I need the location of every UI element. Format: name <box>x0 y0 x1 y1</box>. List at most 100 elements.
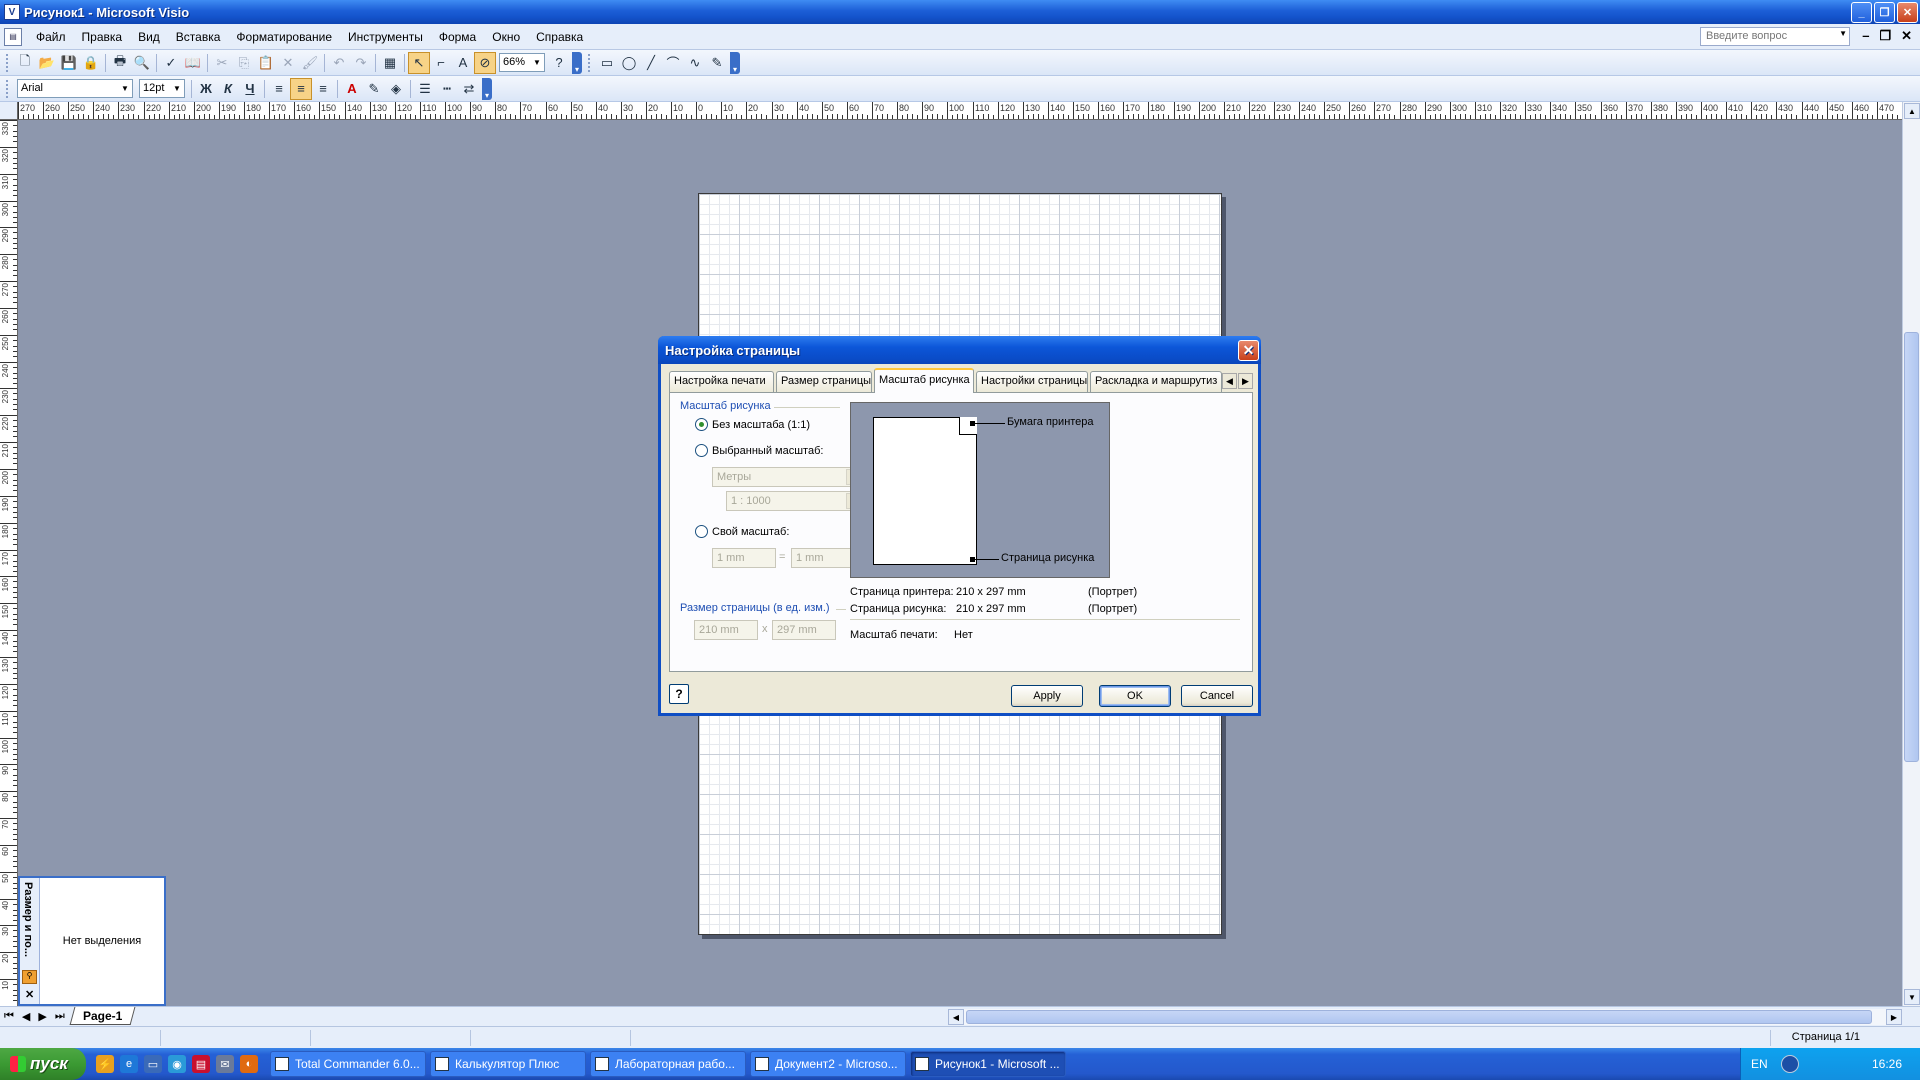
horizontal-ruler[interactable]: 270 260 250 240 230 220 210 200 190 180 170 160 150 1… <box>18 102 1902 120</box>
italic-button[interactable]: К <box>217 78 239 100</box>
line-ends-icon[interactable]: ⇄ <box>458 78 480 100</box>
preset-units-select[interactable]: Метры ▼ <box>712 467 864 487</box>
connector-tool-icon[interactable]: ⌐ <box>430 52 452 74</box>
zoom-combo[interactable]: 66% ▼ <box>499 53 545 72</box>
vertical-scrollbar[interactable]: ▲ ▼ <box>1902 102 1920 1006</box>
paste-icon[interactable]: 📋 <box>255 52 277 74</box>
pin-icon[interactable]: ⚲ <box>22 970 37 984</box>
ok-button[interactable]: OK <box>1099 685 1171 707</box>
freeform-tool-icon[interactable]: ∿ <box>684 52 706 74</box>
pagesize-width-input[interactable]: 210 mm <box>694 620 758 640</box>
doc-minimize-button[interactable]: – <box>1862 28 1869 44</box>
next-page-icon[interactable]: ▶ <box>38 1010 46 1023</box>
restore-button[interactable]: ❐ <box>1874 2 1895 23</box>
new-icon[interactable]: 🗋 <box>14 52 36 74</box>
task-visio[interactable]: Рисунок1 - Microsoft ... <box>910 1051 1066 1077</box>
language-indicator[interactable]: EN <box>1751 1057 1768 1071</box>
cancel-button[interactable]: Cancel <box>1181 685 1253 707</box>
horizontal-scrollbar[interactable]: ◀ ▶ <box>948 1009 1902 1025</box>
save-icon[interactable]: 💾 <box>58 52 80 74</box>
tab-drawing-scale[interactable]: Масштаб рисунка <box>874 368 974 393</box>
research-icon[interactable]: 📖 <box>182 52 204 74</box>
chevron-down-icon[interactable]: ▼ <box>171 81 183 96</box>
tab-page-size[interactable]: Размер страницы <box>776 371 872 392</box>
help-button[interactable]: ? <box>669 684 689 704</box>
pointer-tool-icon[interactable]: ↖ <box>408 51 430 74</box>
task-total-commander[interactable]: Total Commander 6.0... <box>270 1051 426 1077</box>
menu-format[interactable]: Форматирование <box>228 26 340 48</box>
fill-color-icon[interactable]: ◈ <box>385 78 407 100</box>
pagesize-height-input[interactable]: 297 mm <box>772 620 836 640</box>
preset-ratio-select[interactable]: 1 : 1000 ▼ <box>726 491 864 511</box>
ellipse-tool-icon[interactable]: ◯ <box>618 52 640 74</box>
tab-scroll-left-icon[interactable]: ◀ <box>1222 373 1237 389</box>
arc-tool-icon[interactable]: ⌒ <box>662 52 684 74</box>
firefox-icon[interactable]: ◐ <box>240 1055 258 1073</box>
menu-tools[interactable]: Инструменты <box>340 26 431 48</box>
custom-scale-page-input[interactable]: 1 mm <box>712 548 776 568</box>
line-color-icon[interactable]: ✎ <box>363 78 385 100</box>
radio-button[interactable] <box>695 444 708 457</box>
help-question-input[interactable]: Введите вопрос ▼ <box>1700 27 1850 46</box>
format-painter-icon[interactable]: 🖌 <box>299 52 321 74</box>
menu-shape[interactable]: Форма <box>431 26 484 48</box>
last-page-icon[interactable]: ⏭ <box>55 1010 65 1023</box>
layer-icon[interactable]: ⊘ <box>474 51 496 74</box>
chevron-down-icon[interactable]: ▼ <box>1839 29 1847 38</box>
chevron-down-icon[interactable]: ▼ <box>119 81 131 96</box>
font-size-combo[interactable]: 12pt ▼ <box>139 79 185 98</box>
print-preview-icon[interactable]: 🔍 <box>131 52 153 74</box>
scroll-left-icon[interactable]: ◀ <box>948 1009 964 1025</box>
menu-help[interactable]: Справка <box>528 26 591 48</box>
tab-print-setup[interactable]: Настройка печати <box>669 371 774 392</box>
radio-no-scale[interactable]: Без масштаба (1:1) <box>695 418 810 431</box>
menu-edit[interactable]: Правка <box>74 26 131 48</box>
tab-scroll-right-icon[interactable]: ▶ <box>1238 373 1253 389</box>
redo-icon[interactable]: ↷ <box>350 52 372 74</box>
scroll-right-icon[interactable]: ▶ <box>1886 1009 1902 1025</box>
line-pattern-icon[interactable]: ┅ <box>436 78 458 100</box>
task-lab-work[interactable]: Лабораторная рабо... <box>590 1051 746 1077</box>
bold-button[interactable]: Ж <box>195 78 217 100</box>
undo-icon[interactable]: ↶ <box>328 52 350 74</box>
messenger-icon[interactable]: ✉ <box>216 1055 234 1073</box>
radio-button-checked[interactable] <box>695 418 708 431</box>
media-player-icon[interactable]: ◉ <box>168 1055 186 1073</box>
align-right-icon[interactable]: ≡ <box>312 78 334 100</box>
internet-explorer-icon[interactable]: e <box>120 1055 138 1073</box>
custom-scale-drawing-input[interactable]: 1 mm <box>791 548 855 568</box>
dialog-title-bar[interactable]: Настройка страницы ✕ <box>658 336 1261 364</box>
tab-layout-routing[interactable]: Раскладка и маршрутиз <box>1090 371 1222 392</box>
toolbar-options-icon[interactable]: ▾ <box>572 51 582 74</box>
align-left-icon[interactable]: ≡ <box>268 78 290 100</box>
doc-restore-button[interactable]: ❐ <box>1879 28 1891 44</box>
menu-window[interactable]: Окно <box>484 26 528 48</box>
text-tool-icon[interactable]: A <box>452 52 474 74</box>
menu-insert[interactable]: Вставка <box>168 26 229 48</box>
copy-icon[interactable]: ⎘ <box>233 52 255 74</box>
toolbar-options-icon[interactable]: ▾ <box>730 51 740 74</box>
size-panel-header[interactable]: Размер и по... ⚲ ✕ <box>20 878 40 1004</box>
visio-app-icon[interactable]: V <box>4 4 20 20</box>
radio-preset-scale[interactable]: Выбранный масштаб: <box>695 444 823 457</box>
toolbar-grip[interactable] <box>6 53 10 72</box>
shapes-icon[interactable]: ▦ <box>379 52 401 74</box>
task-document2[interactable]: Документ2 - Microso... <box>750 1051 906 1077</box>
minimize-button[interactable]: _ <box>1851 2 1872 23</box>
document-system-icon[interactable]: ▤ <box>4 27 22 46</box>
print-icon[interactable]: 🖶 <box>109 52 131 74</box>
align-center-icon[interactable]: ≡ <box>290 77 312 100</box>
task-calculator[interactable]: Калькулятор Плюс <box>430 1051 586 1077</box>
menu-file[interactable]: Файл <box>28 26 74 48</box>
cut-icon[interactable]: ✂ <box>211 52 233 74</box>
apply-button[interactable]: Apply <box>1011 685 1083 707</box>
font-color-icon[interactable]: A <box>341 78 363 100</box>
delete-icon[interactable]: ✕ <box>277 52 299 74</box>
scroll-down-icon[interactable]: ▼ <box>1904 989 1920 1005</box>
vertical-scroll-thumb[interactable] <box>1904 332 1919 762</box>
acrobat-icon[interactable]: ▤ <box>192 1055 210 1073</box>
ruler-corner[interactable] <box>0 102 18 120</box>
pencil-tool-icon[interactable]: ✎ <box>706 52 728 74</box>
close-button[interactable]: ✕ <box>1897 2 1918 23</box>
toolbar-grip[interactable] <box>6 79 10 98</box>
